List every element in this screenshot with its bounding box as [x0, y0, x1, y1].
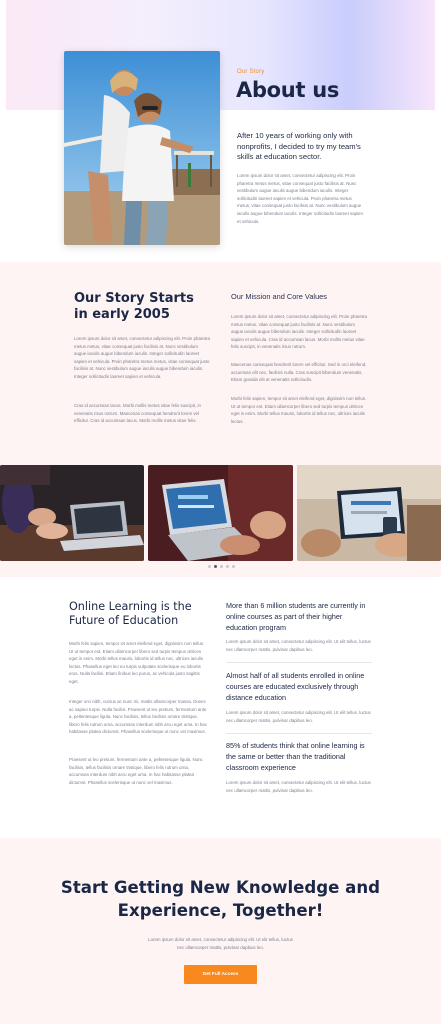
carousel-dot[interactable]: [226, 565, 229, 568]
online-paragraph-1: Morbi felis sapien, tempor sit amet elei…: [69, 641, 205, 684]
stat-headline-3: 85% of students think that online learni…: [226, 741, 365, 773]
get-full-access-button[interactable]: Get Full Access: [184, 965, 257, 984]
carousel-dots[interactable]: [208, 565, 235, 568]
carousel-dot[interactable]: [220, 565, 223, 568]
image-gallery: [0, 465, 441, 561]
gallery-image-laptop-typing: [148, 465, 293, 561]
stat-headline-1: More than 6 million students are current…: [226, 601, 366, 633]
mission-title: Our Mission and Core Values: [231, 292, 327, 301]
carousel-dot[interactable]: [208, 565, 211, 568]
online-paragraph-3: Praesent ut leo pretium, fermentum ante …: [69, 757, 203, 785]
story-title: Our Story Starts in early 2005: [74, 291, 194, 322]
online-title: Online Learning is the Future of Educati…: [69, 600, 192, 627]
gallery-image-phone-laptop: [297, 465, 441, 561]
mission-paragraph-3: Morbi felis sapien, tempor sit amet elei…: [231, 396, 367, 424]
about-body: Lorem ipsum dolor sit amet, consectetur …: [237, 173, 363, 224]
about-lead: After 10 years of working only with nonp…: [237, 131, 361, 161]
hero-photo: [64, 51, 220, 245]
divider: [226, 733, 372, 734]
stat-headline-2: Almost half of all students enrolled in …: [226, 671, 365, 703]
mission-paragraph-2: Maecenas consequat hendrerit lorem vel e…: [231, 362, 367, 383]
divider: [226, 662, 372, 663]
stat-text-1: Lorem ipsum dolor sit amet, consectetur …: [226, 639, 371, 652]
eyebrow-label: Our Story: [237, 69, 265, 75]
mission-paragraph-1: Lorem ipsum dolor sit amet, consectetur …: [231, 314, 367, 350]
cta-title: Start Getting New Knowledge and Experien…: [60, 878, 381, 920]
story-paragraph-2: Cras id accumsan lacus. Morbi mollis met…: [74, 403, 201, 424]
story-paragraph-1: Lorem ipsum dolor sit amet, consectetur …: [74, 336, 210, 379]
carousel-dot-active[interactable]: [214, 565, 217, 568]
carousel-dot[interactable]: [232, 565, 235, 568]
stat-text-2: Lorem ipsum dolor sit amet, consectetur …: [226, 710, 371, 723]
cta-section: [0, 838, 441, 1024]
page-title: About us: [236, 78, 340, 102]
stat-text-3: Lorem ipsum dolor sit amet, consectetur …: [226, 780, 371, 793]
online-paragraph-2: Integer orci nibh, cursus ac nunc mi, ma…: [69, 699, 207, 735]
gallery-image-students-laptop: [0, 465, 144, 561]
cta-text: Lorem ipsum dolor sit amet, consectetur …: [148, 937, 293, 950]
